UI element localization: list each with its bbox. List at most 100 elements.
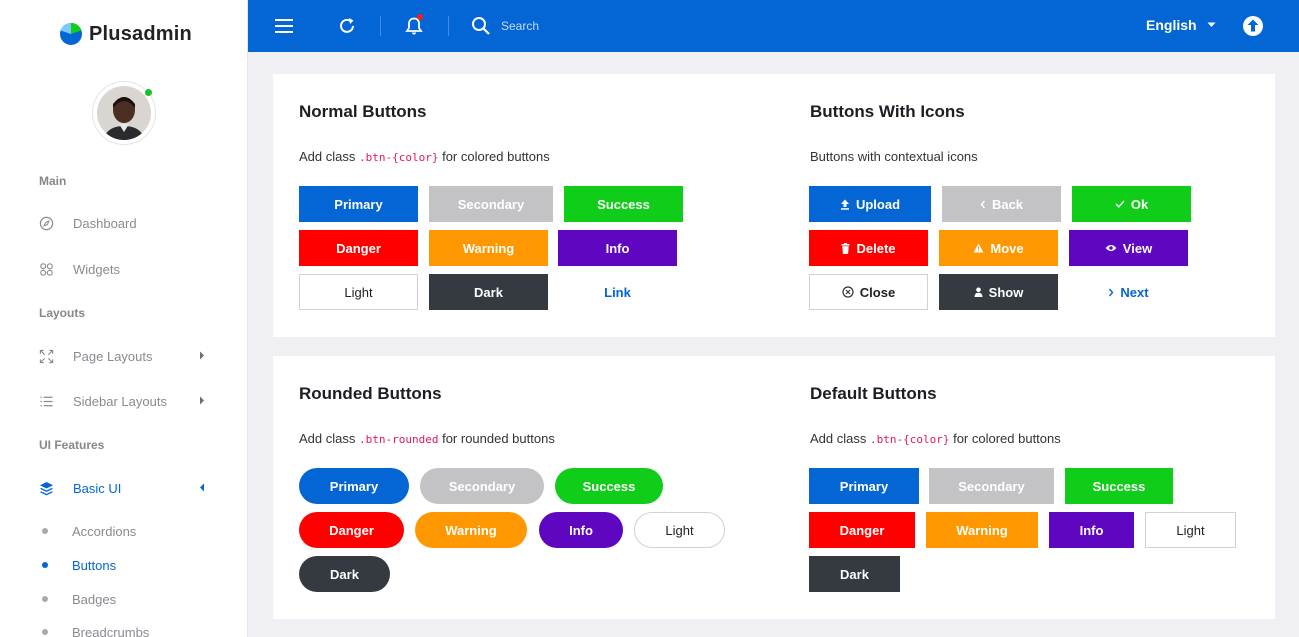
desc-code: .btn-{color} [869, 433, 950, 446]
info-button[interactable]: Info [558, 230, 677, 266]
bullet-dot [42, 596, 48, 602]
bullet-dot [42, 562, 48, 568]
sidebar-item-widgets[interactable]: Widgets [38, 258, 218, 280]
info-rounded-button[interactable]: Info [539, 512, 623, 548]
primary-default-button[interactable]: Primary [809, 468, 919, 504]
desc-code: .btn-{color} [358, 151, 439, 164]
desc-text: Add class [299, 149, 359, 164]
sidebar-item-dashboard[interactable]: Dashboard [38, 212, 218, 234]
desc-text: for colored buttons [438, 149, 550, 164]
chevron-left-icon [980, 200, 985, 208]
refresh-button[interactable] [335, 14, 359, 38]
danger-rounded-button[interactable]: Danger [299, 512, 404, 548]
brand-name: Plusadmin [89, 22, 192, 45]
sidebar-subitem-label: Buttons [72, 557, 117, 573]
light-rounded-button[interactable]: Light [634, 512, 725, 548]
success-button[interactable]: Success [564, 186, 683, 222]
dark-default-button[interactable]: Dark [809, 556, 900, 592]
secondary-button[interactable]: Secondary [429, 186, 553, 222]
sidebar-item-sidebar-layouts[interactable]: Sidebar Layouts [38, 390, 218, 412]
button-label: Delete [856, 240, 896, 256]
sidebar-subitem-breadcrumbs[interactable]: Breadcrumbs [42, 623, 149, 637]
desc-code: .btn-rounded [358, 433, 439, 446]
compass-icon [38, 215, 54, 231]
search-button[interactable] [469, 14, 493, 38]
sidebar-subitem-badges[interactable]: Badges [42, 590, 116, 608]
button-label: Close [859, 284, 896, 300]
light-button[interactable]: Light [299, 274, 418, 310]
view-button[interactable]: View [1069, 230, 1188, 266]
warning-default-button[interactable]: Warning [926, 512, 1038, 548]
button-label: Move [990, 240, 1024, 256]
warning-triangle-icon [973, 243, 984, 253]
section-title: Rounded Buttons [299, 384, 442, 403]
warning-button[interactable]: Warning [429, 230, 548, 266]
secondary-rounded-button[interactable]: Secondary [420, 468, 544, 504]
back-button[interactable]: Back [942, 186, 1061, 222]
warning-rounded-button[interactable]: Warning [415, 512, 527, 548]
section-description: Add class .btn-{color} for colored butto… [810, 431, 1061, 446]
sidebar-subitem-accordions[interactable]: Accordions [42, 522, 136, 540]
search-input[interactable] [501, 16, 701, 36]
upload-button[interactable]: Upload [809, 186, 931, 222]
delete-button[interactable]: Delete [809, 230, 928, 266]
section-title: Buttons With Icons [810, 102, 965, 121]
bullet-dot [42, 528, 48, 534]
brand-logo-icon [60, 22, 82, 45]
button-label: Next [1120, 284, 1149, 300]
user-icon [974, 287, 983, 297]
notifications-button[interactable] [402, 14, 426, 38]
section-description: Add class .btn-{color} for colored butto… [299, 149, 550, 164]
upload-home-button[interactable] [1241, 14, 1265, 38]
desc-text: Add class [299, 431, 359, 446]
upload-icon [840, 199, 849, 210]
info-default-button[interactable]: Info [1049, 512, 1134, 548]
success-default-button[interactable]: Success [1065, 468, 1173, 504]
menu-toggle-button[interactable] [272, 14, 296, 38]
topbar: English [248, 0, 1299, 52]
divider [448, 16, 449, 36]
sidebar-subitem-buttons[interactable]: Buttons [42, 556, 116, 574]
card-rounded-and-default-buttons: Rounded Buttons Add class .btn-rounded f… [273, 356, 1275, 619]
section-description: Add class .btn-rounded for rounded butto… [299, 431, 555, 446]
button-label: View [1122, 240, 1153, 256]
ok-button[interactable]: Ok [1072, 186, 1191, 222]
brand[interactable]: Plusadmin [59, 22, 192, 46]
sidebar-item-basic-ui[interactable]: Basic UI [38, 477, 218, 499]
avatar [97, 86, 151, 140]
sidebar-item-page-layouts[interactable]: Page Layouts [38, 345, 218, 367]
dark-rounded-button[interactable]: Dark [299, 556, 390, 592]
next-button[interactable]: Next [1069, 274, 1188, 310]
language-selector[interactable]: English [1146, 17, 1216, 33]
notification-dot [417, 14, 423, 20]
section-description: Buttons with contextual icons [810, 149, 978, 164]
primary-button[interactable]: Primary [299, 186, 418, 222]
upload-circle-icon [1243, 16, 1263, 36]
layers-icon [38, 480, 54, 496]
user-avatar[interactable] [92, 81, 156, 145]
divider [380, 16, 381, 36]
move-button[interactable]: Move [939, 230, 1058, 266]
dark-button[interactable]: Dark [429, 274, 548, 310]
chevron-right-icon [1109, 288, 1114, 296]
success-rounded-button[interactable]: Success [555, 468, 663, 504]
caret-right-icon [200, 396, 204, 405]
primary-rounded-button[interactable]: Primary [299, 468, 409, 504]
light-default-button[interactable]: Light [1145, 512, 1236, 548]
sidebar-item-label: Widgets [73, 261, 120, 277]
show-button[interactable]: Show [939, 274, 1058, 310]
eye-icon [1105, 245, 1117, 251]
danger-button[interactable]: Danger [299, 230, 418, 266]
close-button[interactable]: Close [809, 274, 928, 310]
list-icon [38, 393, 54, 409]
section-title: Default Buttons [810, 384, 937, 403]
check-icon [1115, 200, 1125, 208]
sidebar-subitem-label: Accordions [72, 523, 137, 539]
close-circle-icon [842, 286, 854, 298]
nav-heading-main: Main [39, 174, 67, 188]
bullet-dot [42, 629, 48, 635]
secondary-default-button[interactable]: Secondary [929, 468, 1054, 504]
danger-default-button[interactable]: Danger [809, 512, 915, 548]
language-label: English [1146, 17, 1197, 33]
link-button[interactable]: Link [558, 274, 677, 310]
